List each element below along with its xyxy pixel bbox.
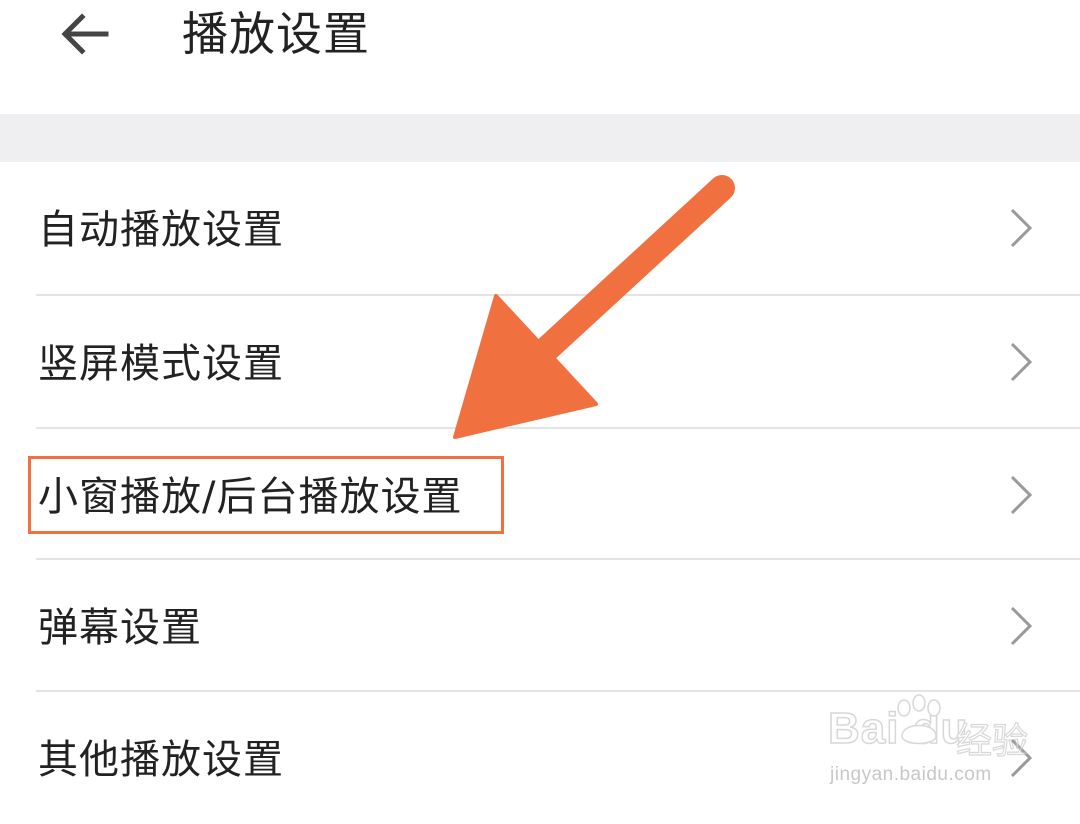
page-title: 播放设置 <box>182 7 370 61</box>
chevron-right-icon <box>1010 606 1033 646</box>
settings-item-label: 其他播放设置 <box>38 737 284 783</box>
settings-item-portrait-mode[interactable]: 竖屏模式设置 <box>0 296 1080 428</box>
settings-item-label: 竖屏模式设置 <box>38 341 284 387</box>
chevron-right-icon <box>1010 475 1033 515</box>
settings-item-autoplay[interactable]: 自动播放设置 <box>0 162 1080 294</box>
settings-item-danmaku[interactable]: 弹幕设置 <box>0 560 1080 692</box>
settings-item-mini-window-background[interactable]: 小窗播放/后台播放设置 <box>0 429 1080 561</box>
settings-list: 自动播放设置 竖屏模式设置 小窗播放/后台播放设置 弹幕设置 其他播放设置 <box>0 162 1080 810</box>
settings-item-label: 小窗播放/后台播放设置 <box>38 474 463 520</box>
chevron-right-icon <box>1010 738 1033 778</box>
section-spacer <box>0 114 1080 162</box>
arrow-left-icon <box>61 13 109 55</box>
settings-item-label: 自动播放设置 <box>38 207 284 253</box>
settings-item-other-playback[interactable]: 其他播放设置 <box>0 692 1080 824</box>
chevron-right-icon <box>1010 342 1033 382</box>
chevron-right-icon <box>1010 208 1033 248</box>
app-header: 播放设置 <box>0 0 1080 114</box>
back-button[interactable] <box>52 6 116 62</box>
settings-item-label: 弹幕设置 <box>38 605 202 651</box>
